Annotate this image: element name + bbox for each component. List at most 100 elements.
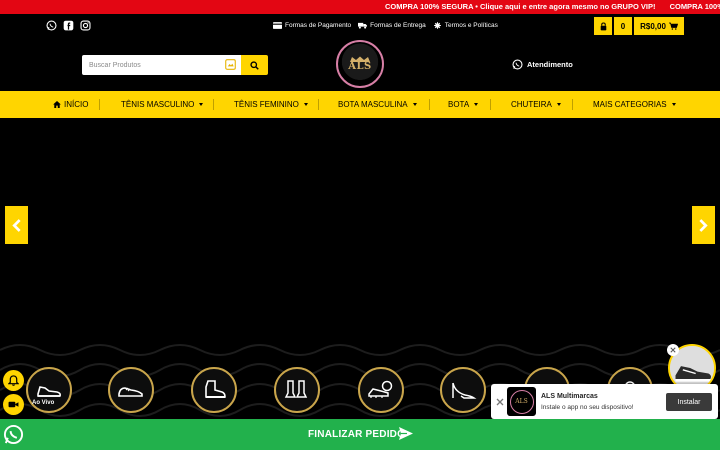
cowboy-boot-icon: [284, 380, 308, 398]
install-button[interactable]: Instalar: [666, 393, 712, 411]
payment-methods-link[interactable]: Formas de Pagamento: [273, 22, 351, 29]
announcement-text[interactable]: COMPRA 100% SEGURA • Clique aqui e entre…: [385, 2, 655, 11]
social-links: [46, 20, 91, 31]
support-label: Atendimento: [527, 60, 573, 69]
chevron-down-icon: [474, 103, 479, 106]
utility-links: Formas de Pagamento Formas de Entrega Te…: [273, 22, 498, 29]
nav-divider: [213, 99, 214, 110]
credit-card-icon: [273, 22, 282, 29]
cart-total: R$0,00: [640, 21, 666, 31]
nav-divider: [490, 99, 491, 110]
chevron-down-icon: [671, 103, 676, 106]
nav-divider: [572, 99, 573, 110]
store-logo[interactable]: ALS: [336, 40, 384, 88]
install-message: Instale o app no seu dispositivo!: [541, 404, 634, 411]
cart-icon: [668, 22, 678, 30]
nav-label: TÊNIS FEMININO: [234, 100, 299, 109]
chevron-down-icon: [556, 103, 561, 106]
chevron-right-icon: [699, 218, 708, 232]
nav-item-mais-categorias[interactable]: MAIS CATEGORIAS: [593, 100, 676, 109]
nav-divider: [99, 99, 100, 110]
terms-policies-label: Termos e Políticas: [444, 22, 498, 29]
facebook-icon[interactable]: [63, 20, 74, 31]
chevron-left-icon: [12, 218, 21, 232]
lock-icon: [600, 21, 606, 30]
announcement-bar[interactable]: COMPRA 100% SEGURA • Clique aqui e entre…: [0, 0, 720, 14]
category-work-boot[interactable]: [191, 367, 237, 413]
search-bar: Buscar Produtos: [82, 55, 268, 75]
nav-label: BOTA: [448, 100, 470, 109]
page: COMPRA 100% SEGURA • Clique aqui e entre…: [0, 0, 720, 450]
nav-item-tenis-masculino[interactable]: TÊNIS MASCULINO: [121, 100, 204, 109]
soccer-cleat-icon: [368, 380, 393, 398]
nav-item-bota-masculina[interactable]: BOTA MASCULINA: [338, 100, 417, 109]
search-input[interactable]: Buscar Produtos: [82, 55, 241, 75]
nav-label: TÊNIS MASCULINO: [121, 100, 195, 109]
delivery-methods-link[interactable]: Formas de Entrega: [358, 22, 426, 29]
app-icon: ALS: [507, 387, 536, 416]
search-button[interactable]: [241, 55, 268, 75]
nav-label: BOTA MASCULINA: [338, 100, 408, 109]
login-button[interactable]: [594, 17, 612, 35]
delivery-methods-label: Formas de Entrega: [370, 22, 426, 29]
instagram-icon[interactable]: [80, 20, 91, 31]
search-placeholder: Buscar Produtos: [89, 61, 141, 69]
main-nav: INÍCIO TÊNIS MASCULINO TÊNIS FEMININO BO…: [0, 91, 720, 118]
send-icon: [399, 427, 413, 440]
close-icon: [670, 347, 676, 353]
cart-count[interactable]: 0: [614, 17, 632, 35]
cart-button[interactable]: R$0,00: [634, 17, 684, 35]
category-heel[interactable]: [440, 367, 486, 413]
search-icon: [250, 60, 259, 70]
category-casual-shoe[interactable]: [108, 367, 154, 413]
truck-icon: [358, 22, 368, 29]
nav-item-chuteira[interactable]: CHUTEIRA: [511, 100, 561, 109]
high-heel-icon: [452, 382, 477, 399]
terms-policies-link[interactable]: Termos e Políticas: [433, 22, 498, 29]
account-area: 0 R$0,00: [594, 17, 684, 35]
carousel-next-button[interactable]: [692, 206, 715, 244]
nav-item-tenis-feminino[interactable]: TÊNIS FEMININO: [234, 100, 308, 109]
install-app-prompt: ALS ALS Multimarcas Instale o app no seu…: [491, 384, 718, 419]
video-camera-icon: [8, 401, 19, 408]
close-icon[interactable]: [496, 398, 504, 406]
nav-divider: [318, 99, 319, 110]
hero-banner[interactable]: Ao Vivo: [0, 118, 720, 418]
nav-label: CHUTEIRA: [511, 100, 552, 109]
gear-icon: [433, 22, 441, 29]
whatsapp-icon[interactable]: [3, 424, 24, 445]
nav-item-bota[interactable]: BOTA: [448, 100, 479, 109]
whatsapp-icon: [512, 59, 523, 70]
checkout-bar[interactable]: FINALIZAR PEDIDO: [0, 419, 720, 450]
chevron-down-icon: [412, 103, 417, 106]
category-soccer-cleat[interactable]: [358, 367, 404, 413]
live-label[interactable]: Ao Vivo: [32, 400, 54, 406]
image-search-icon[interactable]: [225, 59, 236, 70]
nav-label: INÍCIO: [64, 100, 89, 109]
app-icon-text: ALS: [509, 389, 534, 414]
chevron-down-icon: [303, 103, 308, 106]
announcement-track[interactable]: COMPRA 100% SEGURA • Clique aqui e entre…: [385, 2, 720, 11]
payment-methods-label: Formas de Pagamento: [285, 22, 352, 29]
live-video-button[interactable]: [3, 394, 24, 415]
home-icon: [53, 101, 61, 108]
nav-divider: [429, 99, 430, 110]
checkout-label[interactable]: FINALIZAR PEDIDO: [308, 429, 405, 440]
nav-label: MAIS CATEGORIAS: [593, 100, 667, 109]
category-sneaker[interactable]: [26, 367, 72, 413]
notifications-button[interactable]: [3, 370, 24, 391]
work-boot-icon: [205, 380, 226, 398]
announcement-text-repeat[interactable]: COMPRA 100% SEGURA: [670, 2, 720, 11]
bell-icon: [8, 375, 19, 386]
whatsapp-icon[interactable]: [46, 20, 57, 31]
support-link[interactable]: Atendimento: [512, 59, 573, 70]
nav-item-inicio[interactable]: INÍCIO: [53, 100, 88, 109]
sneaker-icon: [37, 386, 61, 397]
bubble-close-button[interactable]: [667, 344, 679, 356]
carousel-prev-button[interactable]: [5, 206, 28, 244]
chevron-down-icon: [199, 103, 204, 106]
logo-text: ALS: [348, 61, 372, 72]
category-cowboy-boot[interactable]: [274, 367, 320, 413]
app-name: ALS Multimarcas: [541, 393, 598, 400]
casual-shoe-icon: [118, 387, 143, 397]
